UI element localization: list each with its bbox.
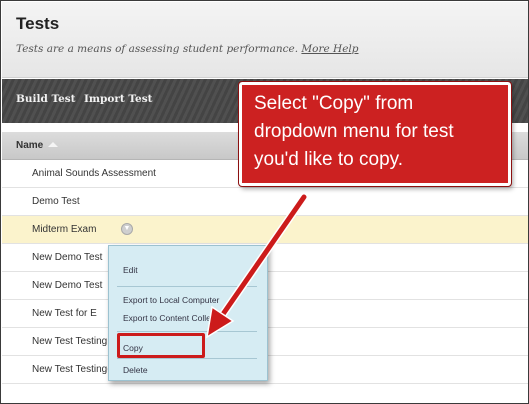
menu-item-edit[interactable]: Edit <box>123 265 138 275</box>
instruction-callout: Select "Copy" from dropdown menu for tes… <box>238 81 512 187</box>
list-item: Demo Test <box>2 188 528 216</box>
page-description: Tests are a means of assessing student p… <box>16 43 359 55</box>
page-title: Tests <box>16 14 60 33</box>
test-name[interactable]: New Demo Test <box>32 280 102 291</box>
chevron-down-icon[interactable]: ▼ <box>121 223 133 235</box>
sort-ascending-icon[interactable] <box>48 142 58 147</box>
copy-highlight-box <box>117 333 205 358</box>
test-name[interactable]: New Test for E <box>32 308 97 319</box>
menu-divider <box>117 331 257 332</box>
description-text: Tests are a means of assessing student p… <box>16 43 299 55</box>
test-name[interactable]: Midterm Exam <box>32 224 96 235</box>
build-test-button[interactable]: Build Test <box>16 93 76 105</box>
test-name[interactable]: Animal Sounds Assessment <box>32 168 156 179</box>
menu-item-export-local[interactable]: Export to Local Computer <box>123 295 219 305</box>
more-help-link[interactable]: More Help <box>301 43 358 55</box>
page-header: Tests Tests are a means of assessing stu… <box>2 2 528 78</box>
test-name[interactable]: New Demo Test <box>32 252 102 263</box>
menu-divider <box>117 358 257 359</box>
menu-item-export-content[interactable]: Export to Content Collection <box>123 313 229 323</box>
screenshot-frame: Tests Tests are a means of assessing stu… <box>0 0 529 404</box>
callout-text: Select "Copy" from dropdown menu for tes… <box>254 93 454 170</box>
menu-divider <box>117 286 257 287</box>
menu-item-delete[interactable]: Delete <box>123 365 148 375</box>
name-column-header[interactable]: Name <box>16 140 43 151</box>
context-menu: Edit Export to Local Computer Export to … <box>108 245 268 381</box>
import-test-button[interactable]: Import Test <box>84 93 152 105</box>
test-name[interactable]: New Test Testing(1) <box>32 364 119 375</box>
test-name[interactable]: Demo Test <box>32 196 80 207</box>
test-name[interactable]: New Test Testing <box>32 336 107 347</box>
list-item-selected: Midterm Exam ▼ <box>2 216 528 244</box>
